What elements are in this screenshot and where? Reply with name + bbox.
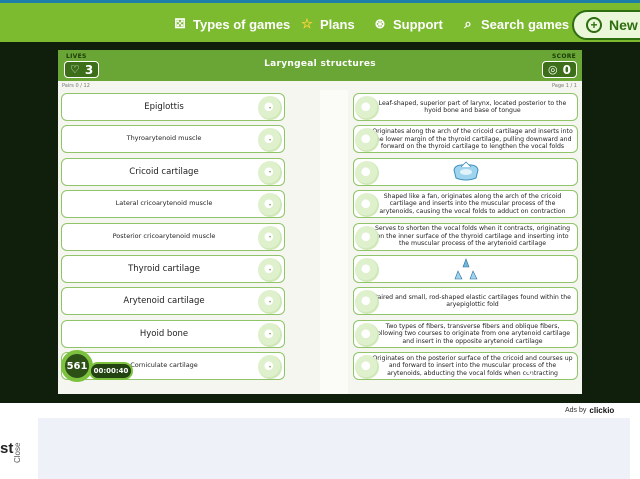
definition-card-text: Leaf-shaped, superior part of larynx, lo… bbox=[378, 99, 567, 114]
term-card[interactable]: Lateral cricoarytenoid muscle • bbox=[61, 190, 285, 219]
definition-card[interactable]: Two types of fibers, transverse fibers a… bbox=[353, 319, 578, 348]
term-card-label: Thyroid cartilage bbox=[128, 263, 200, 274]
ad-banner bbox=[38, 418, 630, 479]
term-card-label: Lateral cricoarytenoid muscle bbox=[115, 199, 213, 208]
definition-card[interactable]: Originates on the posterior surface of t… bbox=[353, 352, 578, 381]
select-toggle-icon[interactable] bbox=[355, 290, 379, 315]
definition-card-text: Paired and small, rod-shaped elastic car… bbox=[374, 293, 571, 309]
select-toggle-icon[interactable] bbox=[355, 322, 379, 347]
term-card-label: Epiglottis bbox=[144, 101, 184, 112]
ads-by-label: Ads by bbox=[565, 406, 587, 414]
close-ad-button[interactable]: Close bbox=[13, 433, 25, 463]
nav-support[interactable]: ⊛ Support bbox=[373, 14, 443, 34]
image-card[interactable] bbox=[353, 255, 578, 283]
term-card-label: Cricoid cartilage bbox=[129, 166, 199, 177]
select-toggle-icon[interactable] bbox=[355, 193, 379, 218]
term-card[interactable]: Arytenoid cartilage • bbox=[61, 287, 285, 316]
expand-arrow-icon[interactable]: ⇲ bbox=[518, 363, 540, 385]
score-counter: ◎ 0 bbox=[542, 61, 577, 78]
shapes-icon: ⚄ bbox=[174, 16, 186, 31]
select-toggle-icon[interactable] bbox=[355, 258, 379, 282]
nav-types-of-games[interactable]: ⚄ Types of games bbox=[173, 14, 290, 34]
select-toggle-icon[interactable] bbox=[355, 225, 379, 250]
star-icon: ☆ bbox=[301, 16, 313, 31]
nav-search-games-label: Search games bbox=[481, 16, 570, 32]
select-toggle-icon[interactable]: • bbox=[258, 258, 282, 282]
definition-card[interactable]: Originates along the arch of the cricoid… bbox=[353, 125, 578, 154]
definition-card-text: Serves to shorten the vocal folds when i… bbox=[374, 225, 570, 248]
select-toggle-icon[interactable]: • bbox=[258, 128, 282, 153]
select-toggle-icon[interactable]: • bbox=[258, 322, 282, 347]
term-card[interactable]: Hyoid bone • bbox=[61, 319, 285, 348]
term-card[interactable]: Epiglottis • bbox=[61, 93, 285, 121]
definition-card-text: Shaped like a fan, originates along the … bbox=[379, 193, 566, 215]
top-navigation: ⚄ Types of games ☆ Plans ⊛ Support ⌕ Sea… bbox=[0, 0, 640, 42]
definition-card[interactable]: Paired and small, rod-shaped elastic car… bbox=[353, 287, 578, 316]
score-value: 0 bbox=[562, 62, 571, 77]
new-game-button[interactable]: + New bbox=[572, 10, 640, 40]
page-counter: Page 1 / 1 bbox=[552, 83, 577, 89]
game-title: Laryngeal structures bbox=[264, 59, 376, 69]
term-card-label: Thyroarytenoid muscle bbox=[126, 134, 202, 143]
nav-types-of-games-label: Types of games bbox=[193, 16, 291, 32]
pairs-counter: Pairs 0 / 12 bbox=[62, 83, 90, 89]
score-label: SCORE bbox=[552, 53, 577, 60]
definition-card[interactable]: Serves to shorten the vocal folds when i… bbox=[353, 222, 578, 251]
term-card[interactable]: Cricoid cartilage • bbox=[61, 157, 285, 186]
select-toggle-icon[interactable] bbox=[355, 355, 379, 380]
image-card[interactable] bbox=[353, 157, 578, 186]
nav-search-games[interactable]: ⌕ Search games bbox=[461, 14, 569, 34]
column-divider bbox=[320, 90, 348, 394]
cartilage-illustration-icon bbox=[451, 160, 481, 184]
definition-card[interactable]: Leaf-shaped, superior part of larynx, lo… bbox=[353, 93, 578, 121]
target-icon: ◎ bbox=[548, 63, 558, 76]
page-text-fragment: st bbox=[0, 440, 14, 457]
definition-card-text: Originates along the arch of the cricoid… bbox=[372, 128, 573, 151]
term-card-label: Corniculate cartilage bbox=[130, 361, 198, 370]
ads-brand: clickio bbox=[589, 405, 615, 415]
term-card-label: Posterior cricoarytenoid muscle bbox=[112, 231, 216, 240]
select-toggle-icon[interactable] bbox=[355, 96, 379, 120]
search-icon: ⌕ bbox=[464, 16, 472, 31]
select-toggle-icon[interactable]: • bbox=[258, 96, 282, 120]
attempts-counter: 561 bbox=[61, 350, 93, 382]
select-toggle-icon[interactable]: • bbox=[258, 160, 282, 185]
ads-attribution[interactable]: Ads by clickio bbox=[565, 403, 614, 417]
select-toggle-icon[interactable] bbox=[355, 160, 379, 185]
term-card-label: Arytenoid cartilage bbox=[123, 296, 205, 307]
select-toggle-icon[interactable]: • bbox=[258, 290, 282, 315]
matching-game-panel: LIVES ♡ 3 Laryngeal structures SCORE ◎ 0… bbox=[58, 50, 582, 394]
lifebuoy-icon: ⊛ bbox=[374, 16, 386, 31]
plus-icon: + bbox=[586, 17, 602, 33]
new-game-label: New bbox=[609, 17, 638, 33]
nav-support-label: Support bbox=[393, 16, 443, 32]
term-card[interactable]: Thyroarytenoid muscle • bbox=[61, 125, 285, 154]
term-card[interactable]: Posterior cricoarytenoid muscle • bbox=[61, 222, 285, 251]
nav-plans[interactable]: ☆ Plans bbox=[300, 14, 355, 34]
select-toggle-icon[interactable]: • bbox=[258, 193, 282, 218]
fullscreen-icon[interactable]: ⛶ bbox=[554, 363, 576, 385]
term-card[interactable]: Thyroid cartilage • bbox=[61, 255, 285, 283]
game-header: LIVES ♡ 3 Laryngeal structures SCORE ◎ 0 bbox=[58, 50, 582, 81]
term-card-label: Hyoid bone bbox=[139, 328, 189, 339]
definition-card-text: Two types of fibers, transverse fibers a… bbox=[374, 322, 571, 345]
small-cartilages-illustration-icon bbox=[453, 257, 479, 281]
select-toggle-icon[interactable]: • bbox=[258, 225, 282, 250]
definition-card[interactable]: Shaped like a fan, originates along the … bbox=[353, 190, 578, 219]
definition-card-text: Originates on the posterior surface of t… bbox=[372, 355, 573, 377]
nav-plans-label: Plans bbox=[320, 16, 355, 32]
select-toggle-icon[interactable]: • bbox=[258, 355, 282, 380]
elapsed-timer: 00:00:40 bbox=[89, 362, 133, 380]
